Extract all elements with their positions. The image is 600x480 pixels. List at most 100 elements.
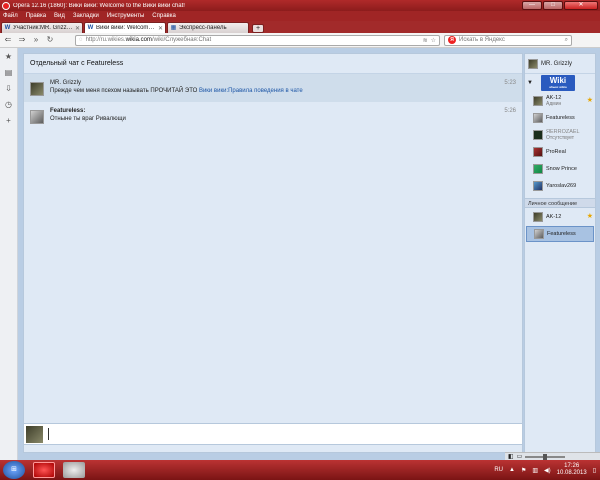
chat-header: Отдельный чат с Featureless <box>24 54 522 74</box>
wikia-favicon-icon: W <box>87 24 94 31</box>
rss-icon[interactable]: ≋ <box>423 37 428 44</box>
user-list-item[interactable]: AK-12 Админ ★ <box>525 93 595 109</box>
tab-bar: W Участник:MR. Grizzly ... ✕ W Вики вики… <box>0 21 600 33</box>
start-button[interactable]: ⊞ <box>3 461 25 479</box>
avatar <box>533 96 543 106</box>
private-messages-header: Личное сообщение <box>525 198 595 208</box>
maximize-button[interactable]: □ <box>543 1 563 10</box>
speed-dial-icon: ▦ <box>170 24 177 31</box>
message-text: Прежде чем меня псехом называть ПРОЧИТАЙ… <box>50 88 303 94</box>
new-tab-button[interactable]: + <box>252 24 264 33</box>
search-input[interactable]: Я Искать в Яндекс ⌕ <box>444 34 572 46</box>
avatar <box>533 130 543 140</box>
close-window-button[interactable]: ✕ <box>564 1 598 10</box>
pm-list-item[interactable]: AK-12 ★ <box>525 209 595 225</box>
menu-tools[interactable]: Инструменты <box>107 13 144 19</box>
avatar <box>533 181 543 191</box>
language-indicator[interactable]: RU <box>494 467 503 473</box>
avatar <box>533 113 543 123</box>
collapse-triangle-icon[interactable]: ▼ <box>527 80 533 86</box>
network-icon[interactable]: ▥ <box>532 467 538 474</box>
search-icon[interactable]: ⌕ <box>565 37 568 44</box>
status-bar: ◧ ▭ <box>505 452 600 460</box>
tab-label: Участник:MR. Grizzly ... <box>13 25 73 31</box>
zoom-slider-handle[interactable] <box>543 453 548 460</box>
avatar[interactable] <box>30 82 44 96</box>
text-cursor <box>48 428 49 440</box>
user-list-item[interactable]: Snow Prince <box>525 161 595 177</box>
forward-icon[interactable]: ⇒ <box>17 35 27 45</box>
user-list: MR. Grizzly ▼ Wiki абыкс wikia AK-12 Админ… <box>524 53 596 453</box>
menu-view[interactable]: Вид <box>54 13 65 19</box>
tab-chat[interactable]: W Вики вики: Welcome ... ✕ <box>84 22 166 33</box>
message-author[interactable]: MR. Grizzly <box>50 80 516 86</box>
message-time: 5:26 <box>504 108 516 114</box>
view-icon[interactable]: ▭ <box>517 453 523 460</box>
user-list-item[interactable]: ЯERROZAEL Отсутствует <box>525 127 595 143</box>
menu-bookmarks[interactable]: Закладки <box>73 13 99 19</box>
opera-logo-icon[interactable] <box>2 1 10 10</box>
flag-icon[interactable]: ⚑ <box>521 467 526 474</box>
paint-taskbar-icon[interactable] <box>63 462 85 478</box>
chat-message: Featureless: Отныне ты враг Ривалющи 5:2… <box>24 102 522 130</box>
reload-icon[interactable]: ↻ <box>45 35 55 45</box>
zoom-slider[interactable] <box>525 453 566 460</box>
rules-link[interactable]: Вики вики:Правила поведения в чате <box>199 88 303 94</box>
chat-window: Отдельный чат с Featureless MR. Grizzly … <box>23 53 523 453</box>
tab-user-profile[interactable]: W Участник:MR. Grizzly ... ✕ <box>1 22 83 33</box>
notes-icon[interactable]: ▤ <box>4 68 14 78</box>
window-title: Opera 12.16 (1860): Вики вики: Welcome t… <box>13 2 185 9</box>
menu-bar: Файл Правка Вид Закладки Инструменты Спр… <box>0 11 600 21</box>
minimize-button[interactable]: — <box>522 1 542 10</box>
user-list-item[interactable]: Featureless <box>525 110 595 126</box>
admin-star-icon: ★ <box>586 213 593 220</box>
clock[interactable]: 17:26 10.08.2013 <box>557 463 587 477</box>
message-time: 5:23 <box>504 80 516 86</box>
address-toolbar: ⇐ ⇒ » ↻ ◌ http://ru.wikies.wikia.com/wik… <box>0 33 600 48</box>
back-icon[interactable]: ⇐ <box>3 35 13 45</box>
downloads-icon[interactable]: ⇩ <box>4 84 14 94</box>
chat-message: MR. Grizzly Прежде чем меня псехом назыв… <box>24 74 522 102</box>
avatar <box>534 229 544 239</box>
fast-forward-icon[interactable]: » <box>31 35 41 45</box>
user-list-item[interactable]: ProReal <box>525 144 595 160</box>
show-desktop-button[interactable]: ▯ <box>593 467 596 474</box>
yandex-icon[interactable]: Я <box>448 36 456 44</box>
menu-edit[interactable]: Правка <box>26 13 46 19</box>
window-title-bar: Opera 12.16 (1860): Вики вики: Welcome t… <box>0 0 600 11</box>
avatar[interactable] <box>30 110 44 124</box>
wikia-favicon-icon: W <box>4 24 11 31</box>
bookmarks-star-icon[interactable]: ★ <box>4 52 14 62</box>
user-list-item[interactable]: Yaroslav269 <box>525 178 595 194</box>
message-author[interactable]: Featureless: <box>50 108 516 114</box>
message-input[interactable] <box>23 423 523 445</box>
volume-icon[interactable]: ◀) <box>544 467 551 474</box>
url-text: http://ru.wikies.wikia.com/wiki/Служебна… <box>85 37 212 43</box>
tab-close-icon[interactable]: ✕ <box>75 25 80 32</box>
menu-help[interactable]: Справка <box>152 13 176 19</box>
wiki-logo: Wiki абыкс wikia <box>540 75 575 91</box>
tab-close-icon[interactable]: ✕ <box>158 25 163 32</box>
bookmark-star-icon[interactable]: ☆ <box>431 37 436 44</box>
avatar <box>533 212 543 222</box>
add-panel-icon[interactable]: + <box>4 116 14 126</box>
address-input[interactable]: ◌ http://ru.wikies.wikia.com/wiki/Служеб… <box>75 34 440 46</box>
menu-file[interactable]: Файл <box>3 13 18 19</box>
panel-toggle-icon[interactable]: ◧ <box>508 453 514 460</box>
avatar <box>533 164 543 174</box>
admin-star-icon: ★ <box>586 97 593 104</box>
history-icon[interactable]: ◷ <box>4 100 14 110</box>
tray-arrow-icon[interactable]: ▲ <box>509 467 515 473</box>
current-user[interactable]: MR. Grizzly <box>525 54 595 74</box>
message-text: Отныне ты враг Ривалющи <box>50 116 126 122</box>
page-content: Отдельный чат с Featureless MR. Grizzly … <box>18 48 600 460</box>
tab-speed-dial[interactable]: ▦ Экспресс-панель <box>167 22 249 33</box>
wiki-room-header[interactable]: ▼ Wiki абыкс wikia <box>525 74 595 92</box>
opera-taskbar-icon[interactable] <box>33 462 55 478</box>
globe-icon: ◌ <box>79 37 83 43</box>
windows-taskbar: ⊞ RU ▲ ⚑ ▥ ◀) 17:26 10.08.2013 ▯ <box>0 460 600 480</box>
pm-list-item-selected[interactable]: Featureless <box>526 226 594 242</box>
avatar <box>533 147 543 157</box>
search-placeholder: Искать в Яндекс <box>459 37 505 43</box>
avatar <box>26 426 43 443</box>
